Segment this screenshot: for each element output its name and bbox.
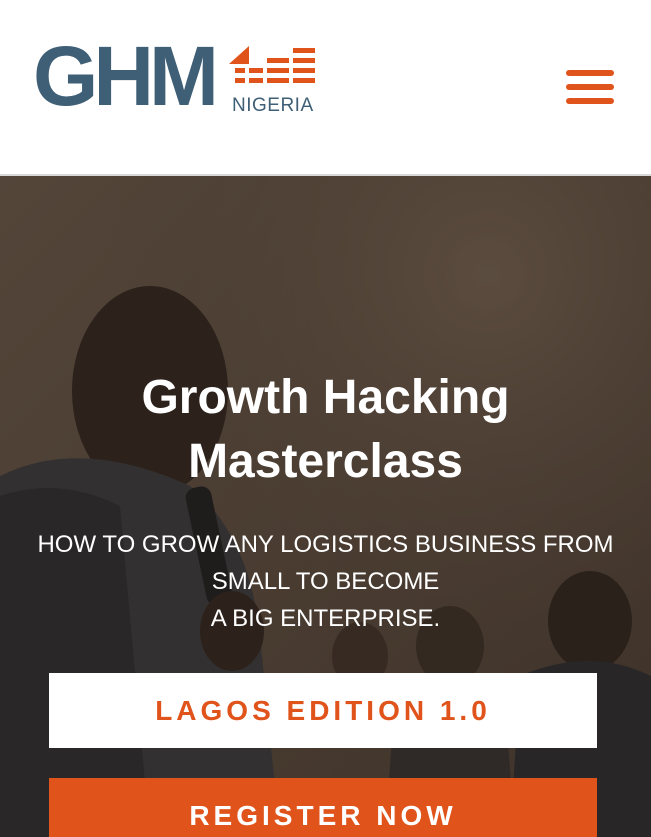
hero-subtitle-line: SMALL TO BECOME bbox=[211, 568, 440, 595]
hero-subtitle: HOW TO GROW ANY LOGISTICS BUSINESS FROM … bbox=[0, 526, 651, 637]
edition-button[interactable]: LAGOS EDITION 1.0 bbox=[49, 673, 597, 748]
register-now-button[interactable]: REGISTER NOW bbox=[49, 778, 597, 837]
logo-bars-graphic bbox=[235, 48, 315, 83]
logo-wordmark: GHM bbox=[33, 29, 219, 123]
hamburger-menu-icon[interactable] bbox=[566, 70, 614, 104]
site-header: GHM NIGERIA bbox=[0, 0, 651, 176]
menu-line-top bbox=[566, 70, 614, 76]
hero-title: Growth Hacking Masterclass bbox=[0, 366, 651, 494]
logo-country-label: NIGERIA bbox=[232, 95, 314, 116]
hero-section: Growth Hacking Masterclass HOW TO GROW A… bbox=[0, 176, 651, 837]
menu-line-bottom bbox=[566, 98, 614, 104]
hero-subtitle-line: A BIG ENTERPRISE. bbox=[210, 605, 441, 632]
hero-subtitle-line: HOW TO GROW ANY LOGISTICS BUSINESS FROM bbox=[37, 531, 614, 558]
ghm-nigeria-logo[interactable]: GHM NIGERIA bbox=[33, 34, 323, 120]
hero-title-line: Masterclass bbox=[188, 435, 463, 489]
hero-title-line: Growth Hacking bbox=[141, 371, 510, 425]
menu-line-middle bbox=[566, 84, 614, 90]
